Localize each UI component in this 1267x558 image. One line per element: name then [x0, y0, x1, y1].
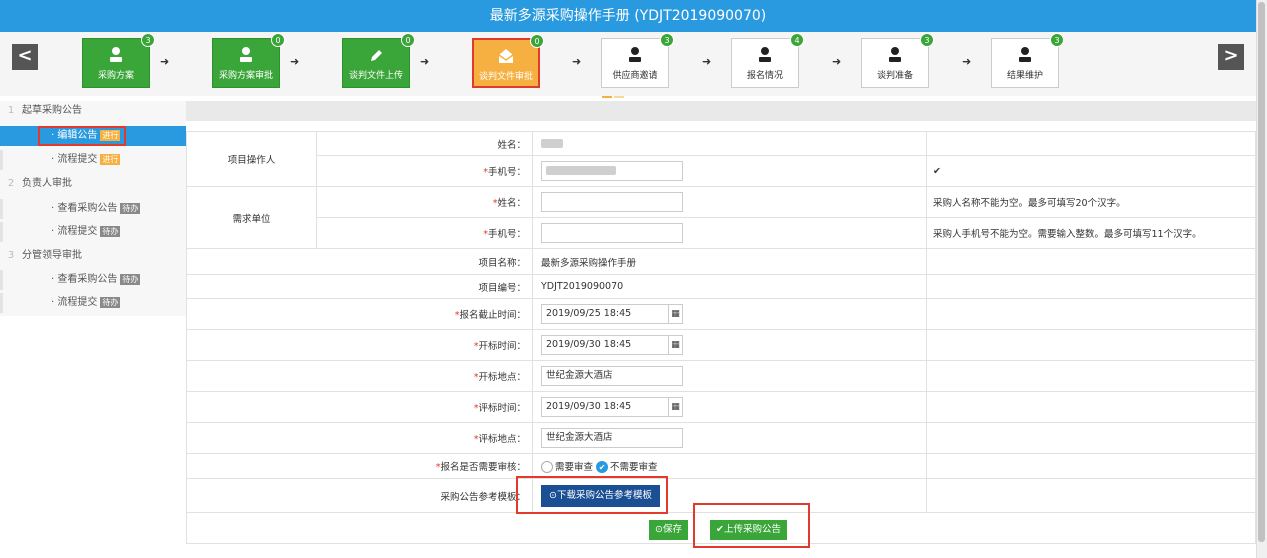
step-badge: 3: [1050, 33, 1064, 47]
highlight-box: [516, 476, 668, 514]
step-arrow-icon: ➜: [160, 55, 170, 68]
sidebar-group-manager-approval[interactable]: 2 负责人审批: [0, 174, 186, 194]
sidebar-group-leader-approval[interactable]: 3 分管领导审批: [0, 246, 186, 266]
operator-phone-field[interactable]: [541, 161, 683, 181]
highlight-box: [693, 503, 810, 548]
need-review-label: *报名是否需要审核：: [186, 453, 533, 479]
user-icon: [1019, 47, 1031, 62]
project-no-label: 项目编号：: [186, 274, 533, 299]
sidebar-group-draft[interactable]: 1 起草采购公告: [0, 101, 186, 121]
step-arrow-icon: ➜: [962, 55, 972, 68]
sidebar-item-view-notice-2[interactable]: · 查看采购公告 待办: [0, 270, 186, 290]
sidebar-item-view-notice-1[interactable]: · 查看采购公告 待办: [0, 199, 186, 219]
status-badge: 进行: [100, 154, 121, 165]
operator-phone-label: *手机号：: [316, 155, 533, 187]
status-badge: 待办: [120, 274, 141, 285]
eval-time-label: *评标时间：: [186, 391, 533, 423]
redacted-text: [546, 166, 616, 175]
sidebar-item-submit-1[interactable]: · 流程提交 进行: [0, 150, 186, 170]
step-doc-approval[interactable]: 谈判文件审批 0: [472, 34, 544, 88]
step-badge: 4: [790, 33, 804, 47]
user-icon: [240, 47, 252, 62]
step-arrow-icon: ➜: [290, 55, 300, 68]
demand-name-field[interactable]: [541, 192, 683, 212]
user-icon: [629, 47, 641, 62]
step-plan-approval[interactable]: 采购方案审批 0: [212, 33, 285, 88]
review-no-radio[interactable]: ✔: [596, 461, 609, 474]
status-badge: 待办: [120, 203, 141, 214]
demand-phone-tip: 采购人手机号不能为空。需要输入整数。最多可填写11个汉字。: [926, 217, 1256, 249]
content-header: [186, 101, 1256, 121]
notice-form: 项目操作人 姓名： *手机号： ✔ 需求单位 *姓名： 采购人名称不能为空。最多…: [186, 131, 1256, 513]
step-arrow-icon: ➜: [702, 55, 712, 68]
demand-name-tip: 采购人名称不能为空。最多可填写20个汉字。: [926, 186, 1256, 218]
sidebar-item-submit-3[interactable]: · 流程提交 待办: [0, 293, 186, 313]
eval-place-field[interactable]: 世纪金源大酒店: [541, 428, 683, 448]
demand-phone-field[interactable]: [541, 223, 683, 243]
step-signup-status[interactable]: 报名情况 4: [731, 33, 804, 88]
bid-open-place-label: *开标地点：: [186, 360, 533, 392]
window-title: 最新多源采购操作手册 (YDJT2019090070): [0, 0, 1256, 32]
demand-phone-label: *手机号：: [316, 217, 533, 249]
operator-name-label: 姓名：: [316, 131, 533, 156]
current-step-indicator: [602, 90, 626, 98]
step-badge: 0: [401, 33, 415, 47]
project-no-value: YDJT2019090070: [532, 274, 927, 299]
step-supplier-invite[interactable]: 供应商邀请 3: [601, 33, 674, 88]
review-yes-radio[interactable]: [541, 461, 553, 474]
user-icon: [759, 47, 771, 62]
demand-group-label: 需求单位: [186, 186, 317, 249]
step-badge: 0: [530, 34, 544, 48]
sidebar-item-submit-2[interactable]: · 流程提交 待办: [0, 222, 186, 242]
pencil-icon: [371, 50, 382, 61]
calendar-icon[interactable]: ▦: [669, 304, 683, 324]
user-icon: [889, 47, 901, 62]
step-doc-upload[interactable]: 谈判文件上传 0: [342, 33, 415, 88]
eval-time-field[interactable]: 2019/09/30 18:45: [541, 397, 669, 417]
step-arrow-icon: ➜: [420, 55, 430, 68]
next-step-button[interactable]: >: [1218, 44, 1244, 70]
eval-place-label: *评标地点：: [186, 422, 533, 454]
status-badge: 待办: [100, 297, 121, 308]
check-icon: ✔: [926, 155, 1256, 187]
step-negotiation-prep[interactable]: 谈判准备 3: [861, 33, 934, 88]
step-badge: 3: [141, 33, 155, 47]
highlight-box: [38, 126, 126, 146]
project-name-value: 最新多源采购操作手册: [532, 248, 927, 275]
envelope-icon: [498, 49, 514, 63]
redacted-text: [541, 139, 563, 148]
step-badge: 3: [920, 33, 934, 47]
step-badge: 0: [271, 33, 285, 47]
prev-step-button[interactable]: <: [12, 44, 38, 70]
scrollbar-thumb[interactable]: [1258, 2, 1265, 542]
save-button[interactable]: ⊙保存: [649, 520, 688, 540]
step-purchase-plan[interactable]: 采购方案 3: [82, 33, 155, 88]
operator-group-label: 项目操作人: [186, 131, 317, 187]
template-label: 采购公告参考模板：: [186, 478, 533, 513]
bid-open-place-field[interactable]: 世纪金源大酒店: [541, 366, 683, 386]
user-icon: [110, 47, 122, 62]
step-result-maintain[interactable]: 结果维护 3: [991, 33, 1064, 88]
step-arrow-icon: ➜: [572, 55, 582, 68]
demand-name-label: *姓名：: [316, 186, 533, 218]
calendar-icon[interactable]: ▦: [669, 335, 683, 355]
project-name-label: 项目名称：: [186, 248, 533, 275]
signup-deadline-label: *报名截止时间：: [186, 298, 533, 330]
bid-open-time-label: *开标时间：: [186, 329, 533, 361]
signup-deadline-field[interactable]: 2019/09/25 18:45: [541, 304, 669, 324]
calendar-icon[interactable]: ▦: [669, 397, 683, 417]
step-arrow-icon: ➜: [832, 55, 842, 68]
step-badge: 3: [660, 33, 674, 47]
operator-name-value: [532, 131, 927, 156]
bid-open-time-field[interactable]: 2019/09/30 18:45: [541, 335, 669, 355]
status-badge: 待办: [100, 226, 121, 237]
